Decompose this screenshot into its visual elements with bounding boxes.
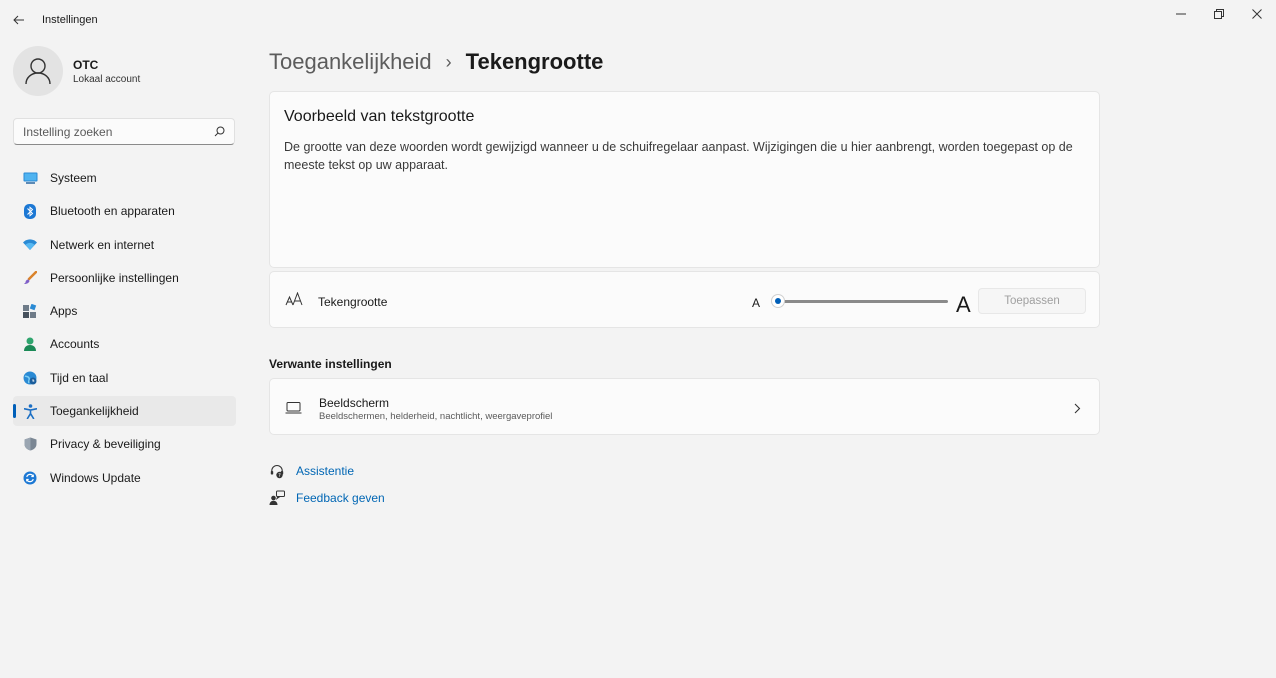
svg-text:?: ? — [278, 472, 281, 478]
sidebar-item-systeem[interactable]: Systeem — [13, 163, 236, 193]
sidebar-item-privacy[interactable]: Privacy & beveiliging — [13, 429, 236, 459]
slider-track — [778, 300, 948, 303]
sidebar-item-label: Apps — [50, 304, 78, 319]
sidebar-item-accounts[interactable]: Accounts — [13, 329, 236, 359]
app-title: Instellingen — [42, 14, 98, 26]
text-size-icon — [285, 291, 303, 311]
sidebar-nav: Systeem Bluetooth en apparaten Netwerk e… — [13, 163, 236, 496]
apps-icon — [22, 303, 38, 319]
person-avatar-icon — [25, 58, 51, 85]
feedback-link[interactable]: Feedback geven — [268, 489, 385, 506]
sidebar-item-apps[interactable]: Apps — [13, 296, 236, 326]
preview-title: Voorbeeld van tekstgrootte — [284, 108, 475, 125]
update-icon — [22, 470, 38, 486]
minimize-button[interactable] — [1164, 4, 1198, 24]
sidebar-item-persoonlijk[interactable]: Persoonlijke instellingen — [13, 263, 236, 293]
page-title: Tekengrootte — [465, 49, 604, 74]
sidebar-item-label: Netwerk en internet — [50, 237, 155, 252]
breadcrumb: Toegankelijkheid › Tekengrootte — [269, 48, 603, 76]
display-title: Beeldscherm — [319, 396, 390, 410]
restore-button[interactable] — [1202, 4, 1236, 24]
user-profile[interactable]: OTC Lokaal account — [13, 46, 140, 96]
sidebar-item-netwerk[interactable]: Netwerk en internet — [13, 230, 236, 260]
title-bar: Instellingen — [0, 0, 1276, 40]
slider-max-marker: A — [956, 292, 971, 317]
text-size-label: Tekengrootte — [318, 295, 388, 309]
slider-thumb[interactable] — [771, 294, 785, 308]
help-icon: ? — [268, 462, 285, 479]
preview-text: De grootte van deze woorden wordt gewijz… — [284, 140, 1073, 172]
text-size-setting-card: Tekengrootte A A Toepassen — [269, 271, 1100, 328]
sidebar-item-windows-update[interactable]: Windows Update — [13, 463, 236, 493]
breadcrumb-separator: › — [445, 51, 452, 72]
avatar — [13, 46, 63, 96]
text-size-preview-card: Voorbeeld van tekstgrootte De grootte va… — [269, 91, 1100, 268]
sidebar-item-label: Systeem — [50, 171, 97, 185]
search-placeholder: Instelling zoeken — [23, 124, 113, 139]
close-button[interactable] — [1240, 4, 1274, 24]
breadcrumb-parent-link[interactable]: Toegankelijkheid — [269, 49, 432, 75]
sidebar-item-bluetooth[interactable]: Bluetooth en apparaten — [13, 196, 236, 226]
close-icon — [1252, 9, 1262, 19]
display-settings-link[interactable]: Beeldscherm Beeldschermen, helderheid, n… — [269, 378, 1100, 435]
sidebar-item-label: Bluetooth en apparaten — [50, 204, 175, 219]
search-input[interactable]: Instelling zoeken — [13, 118, 235, 145]
monitor-icon — [22, 170, 38, 186]
chevron-right-icon — [1074, 401, 1081, 419]
sidebar-item-label: Accounts — [50, 337, 100, 352]
profile-name: OTC — [73, 57, 99, 72]
brush-icon — [22, 270, 38, 286]
sidebar-item-tijd-en-taal[interactable]: Tijd en taal — [13, 363, 236, 393]
search-icon — [214, 126, 225, 137]
globe-clock-icon — [22, 370, 38, 386]
back-arrow-icon — [13, 15, 24, 25]
sidebar-item-label: Privacy & beveiliging — [50, 437, 161, 452]
shield-icon — [22, 436, 38, 452]
apply-button[interactable]: Toepassen — [978, 288, 1086, 314]
sidebar-item-label: Tijd en taal — [50, 370, 109, 385]
sidebar-item-label: Persoonlijke instellingen — [50, 270, 179, 285]
laptop-icon — [285, 401, 302, 419]
feedback-icon — [268, 489, 285, 506]
help-link-text[interactable]: Assistentie — [296, 464, 354, 478]
text-size-slider[interactable] — [770, 294, 952, 308]
display-subtitle: Beeldschermen, helderheid, nachtlicht, w… — [319, 411, 553, 422]
related-settings-heading: Verwante instellingen — [269, 357, 392, 371]
accessibility-icon — [22, 403, 38, 419]
sidebar-item-toegankelijkheid[interactable]: Toegankelijkheid — [13, 396, 236, 427]
minimize-icon — [1176, 13, 1186, 15]
sidebar-item-label: Windows Update — [50, 470, 141, 485]
help-link[interactable]: ? Assistentie — [268, 462, 354, 479]
feedback-link-text[interactable]: Feedback geven — [296, 491, 385, 505]
back-button[interactable] — [8, 10, 30, 30]
person-icon — [22, 336, 38, 352]
slider-min-marker: A — [752, 296, 761, 310]
profile-account-type: Lokaal account — [73, 73, 141, 85]
restore-icon — [1214, 9, 1224, 19]
bluetooth-icon — [22, 203, 38, 219]
sidebar-item-label: Toegankelijkheid — [50, 404, 139, 419]
wifi-icon — [22, 237, 38, 253]
